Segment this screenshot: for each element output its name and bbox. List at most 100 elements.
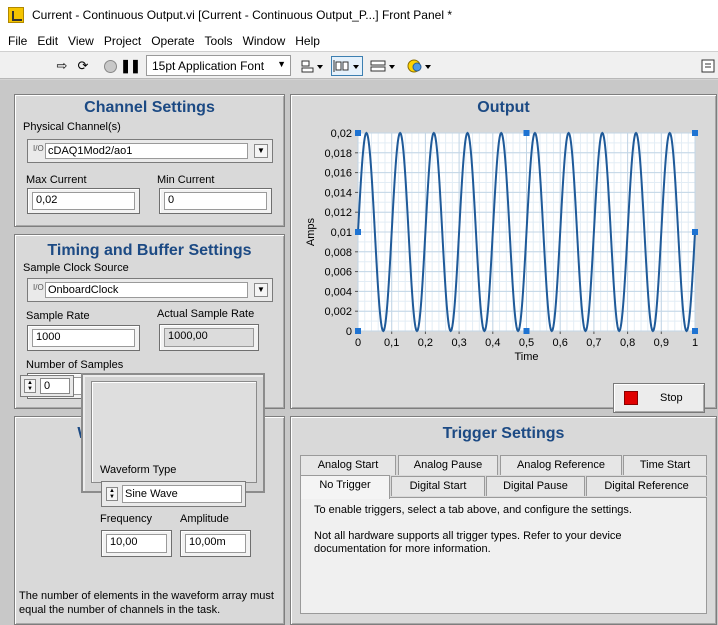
sample-clock-source-selector[interactable]: I/O OnboardClock ▼ [27,278,273,302]
x-tick-label: 0,7 [586,337,601,349]
min-current-label: Min Current [157,174,215,186]
physical-channel-label: Physical Channel(s) [23,121,121,133]
labview-app-icon [8,7,24,23]
y-tick-label: 0,002 [324,306,352,318]
tab-digital-reference[interactable]: Digital Reference [586,476,707,496]
physical-channel-selector[interactable]: I/O cDAQ1Mod2/ao1 ▼ [27,139,273,163]
menu-tools[interactable]: Tools [200,34,238,48]
tab-analog-start[interactable]: Analog Start [300,455,396,475]
menu-view[interactable]: View [63,34,99,48]
frequency-label: Frequency [100,513,152,525]
x-tick-label: 0 [355,337,361,349]
x-tick-label: 0,2 [418,337,433,349]
y-tick-label: 0,016 [324,168,352,180]
y-axis-label: Amps [305,217,317,246]
y-tick-label: 0,01 [331,227,352,239]
distribute-objects-icon[interactable] [331,56,363,76]
max-current-label: Max Current [26,174,87,186]
menu-operate[interactable]: Operate [146,34,199,48]
amplitude-label: Amplitude [180,513,229,525]
resize-handle [523,328,530,334]
trigger-settings-title: Trigger Settings [442,425,565,442]
max-current-value[interactable]: 0,02 [32,192,135,210]
sample-clock-source-value[interactable]: OnboardClock [45,282,248,298]
chevron-down-icon[interactable]: ▼ [254,144,268,158]
menu-file[interactable]: File [3,34,32,48]
x-tick-label: 0,1 [384,337,399,349]
run-arrow-icon[interactable]: ⇨ [52,56,72,76]
reorder-icon[interactable] [405,56,435,76]
tab-digital-start[interactable]: Digital Start [391,476,485,496]
physical-channel-value[interactable]: cDAQ1Mod2/ao1 [45,143,248,159]
resize-handle [355,229,361,235]
io-name-icon: I/O [33,283,44,292]
increment-decrement-icon[interactable]: ▲ ▼ [24,379,36,393]
sample-clock-source-label: Sample Clock Source [23,262,129,274]
tab-no-trigger[interactable]: No Trigger [300,475,390,499]
frequency-field[interactable]: 10,00 [101,530,172,557]
sample-rate-label: Sample Rate [26,310,90,322]
tab-digital-pause[interactable]: Digital Pause [486,476,585,496]
frequency-value[interactable]: 10,00 [106,534,167,553]
y-tick-label: 0,008 [324,247,352,259]
stop-button[interactable]: Stop [613,383,705,413]
x-tick-label: 0,5 [519,337,534,349]
output-panel: Output 0 0,1 0,2 0,3 0,4 0,5 0,6 0,7 0,8 0,9 1 0 0,0… [290,94,718,413]
x-tick-label: 0,4 [485,337,500,349]
array-index-control[interactable]: ▲ ▼ 0 [20,375,74,397]
resize-objects-icon[interactable] [368,56,398,76]
menu-help[interactable]: Help [290,34,325,48]
menu-edit[interactable]: Edit [32,34,63,48]
channel-settings-title: Channel Settings [84,99,215,116]
increment-decrement-icon[interactable]: ▲ ▼ [106,487,118,501]
chevron-down-icon: ▼ [277,59,286,69]
x-tick-label: 0,3 [451,337,466,349]
tab-time-start[interactable]: Time Start [623,455,707,475]
resize-handle [523,130,530,136]
run-continuously-icon[interactable]: ⟳ [73,56,93,76]
tab-analog-pause[interactable]: Analog Pause [398,455,498,475]
waveform-type-selector[interactable]: ▲ ▼ Sine Wave [101,481,246,507]
actual-sample-rate-label: Actual Sample Rate [157,308,255,320]
y-tick-label: 0,014 [324,187,352,199]
stop-indicator-icon [624,391,638,405]
sample-rate-value[interactable]: 1000 [32,329,135,347]
waveform-type-value[interactable]: Sine Wave [122,485,242,503]
menu-project[interactable]: Project [99,34,146,48]
context-help-icon[interactable] [700,56,716,76]
actual-sample-rate-value: 1000,00 [164,328,254,347]
timing-settings-title: Timing and Buffer Settings [47,242,252,259]
sample-rate-field[interactable]: 1000 [27,325,140,351]
io-name-icon: I/O [33,144,44,153]
abort-icon[interactable] [100,56,120,76]
font-selector[interactable]: 15pt Application Font ▼ [146,55,291,76]
tab-analog-reference[interactable]: Analog Reference [500,455,622,475]
min-current-value[interactable]: 0 [164,192,267,210]
y-tick-label: 0 [346,326,352,338]
chevron-down-icon[interactable]: ▼ [254,283,268,297]
y-tick-label: 0,02 [331,128,352,140]
max-current-field[interactable]: 0,02 [27,188,140,214]
menu-window[interactable]: Window [238,34,291,48]
actual-sample-rate-indicator: 1000,00 [159,324,259,351]
resize-handle [692,229,698,235]
trigger-info-line1: To enable triggers, select a tab above, … [314,504,632,516]
font-selector-label: 15pt Application Font [152,58,265,73]
array-index-value[interactable]: 0 [40,378,70,394]
min-current-field[interactable]: 0 [159,188,272,214]
waveform-note: The number of elements in the waveform a… [19,590,274,616]
toolbar: ⇨ ⟳ ❚❚ 15pt Application Font ▼ [0,51,718,79]
y-tick-label: 0,004 [324,286,352,298]
resize-handle [692,130,698,136]
waveform-type-label: Waveform Type [100,464,177,476]
x-tick-label: 0,6 [553,337,568,349]
title-bar: Current - Continuous Output.vi [Current … [0,0,718,30]
amplitude-value[interactable]: 10,00m [185,534,246,553]
resize-handle [355,328,361,334]
pause-icon[interactable]: ❚❚ [120,56,141,76]
amplitude-field[interactable]: 10,00m [180,530,251,557]
y-tick-label: 0,006 [324,267,352,279]
output-waveform-graph[interactable]: 0 0,1 0,2 0,3 0,4 0,5 0,6 0,7 0,8 0,9 1 0 0,002 0,004… [291,95,718,410]
number-of-samples-label: Number of Samples [26,359,124,371]
align-objects-icon[interactable] [298,56,326,76]
